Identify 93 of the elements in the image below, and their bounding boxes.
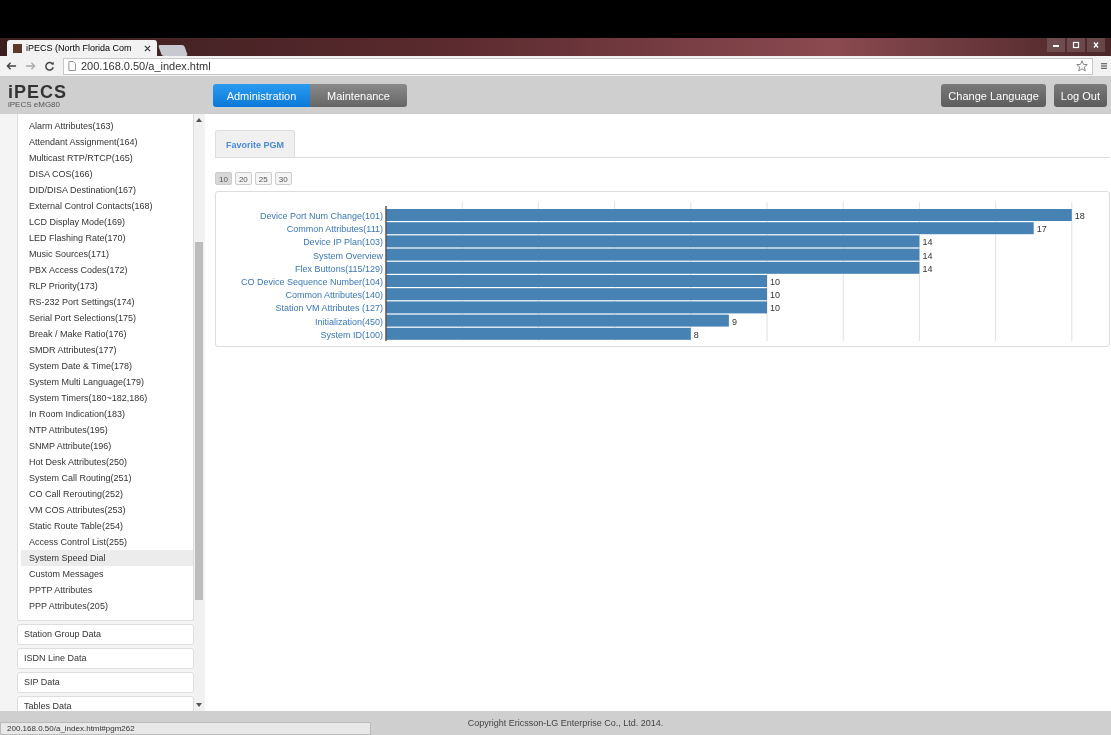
nav-tab[interactable]: Administration bbox=[213, 84, 310, 107]
menu-item[interactable]: SMDR Attributes(177) bbox=[21, 342, 193, 358]
menu-item[interactable]: System Call Routing(251) bbox=[21, 470, 193, 486]
address-field[interactable]: 200.168.0.50/a_index.html bbox=[63, 57, 1093, 75]
menu-item[interactable]: VM COS Attributes(253) bbox=[21, 502, 193, 518]
bar[interactable] bbox=[386, 301, 767, 314]
bar[interactable] bbox=[386, 327, 691, 340]
close-icon[interactable] bbox=[144, 44, 151, 52]
bar[interactable] bbox=[386, 248, 920, 261]
bar[interactable] bbox=[386, 222, 1034, 235]
menu-item[interactable]: DID/DISA Destination(167) bbox=[21, 182, 193, 198]
menu-item[interactable]: In Room Indication(183) bbox=[21, 406, 193, 422]
bar[interactable] bbox=[386, 314, 729, 327]
menu-item[interactable]: PPP Attributes(205) bbox=[21, 598, 193, 614]
page-size-button[interactable]: 30 bbox=[274, 172, 292, 185]
menu-item[interactable]: NTP Attributes(195) bbox=[21, 422, 193, 438]
menu-item[interactable]: LCD Display Mode(169) bbox=[21, 214, 193, 230]
menu-item[interactable]: Attendant Assignment(164) bbox=[21, 134, 193, 150]
value-label: 8 bbox=[693, 329, 699, 340]
status-url: 200.168.0.50/a_index.html#pgm262 bbox=[0, 722, 371, 735]
browser-tab[interactable]: iPECS (North Florida Com bbox=[7, 40, 157, 56]
bar-label[interactable]: Common Attributes(140) bbox=[285, 290, 383, 301]
tab-title: iPECS (North Florida Com bbox=[26, 43, 132, 53]
value-label: 14 bbox=[922, 237, 933, 248]
menu-item[interactable]: Alarm Attributes(163) bbox=[21, 118, 193, 134]
bar-label[interactable]: Device Port Num Change(101) bbox=[259, 211, 383, 221]
page-icon bbox=[68, 61, 76, 71]
menu-item[interactable]: Break / Make Ratio(176) bbox=[21, 326, 193, 342]
menu-item[interactable]: System Multi Language(179) bbox=[21, 374, 193, 390]
value-label: 10 bbox=[770, 277, 780, 287]
nav-tab[interactable]: Maintenance bbox=[310, 84, 407, 107]
bar-label[interactable]: Station VM Attributes (127) bbox=[275, 303, 383, 314]
menu-item[interactable]: Static Route Table(254) bbox=[21, 518, 193, 534]
menu-item[interactable]: Custom Messages bbox=[21, 566, 193, 582]
menu-item[interactable]: CO Call Rerouting(252) bbox=[21, 486, 193, 502]
value-label: 14 bbox=[922, 250, 933, 261]
section-header[interactable]: Station Group Data bbox=[17, 624, 194, 645]
menu-item[interactable]: System Date & Time(178) bbox=[21, 358, 193, 374]
log-out-button[interactable]: Log Out bbox=[1053, 84, 1107, 107]
menu-item[interactable]: LED Flashing Rate(170) bbox=[21, 230, 193, 246]
back-icon[interactable] bbox=[6, 61, 17, 71]
menu-item[interactable]: Music Sources(171) bbox=[21, 246, 193, 262]
menu-item[interactable]: SNMP Attribute(196) bbox=[21, 438, 193, 454]
scroll-up-icon[interactable] bbox=[196, 118, 202, 122]
value-label: 10 bbox=[770, 290, 780, 301]
page-size-button[interactable]: 20 bbox=[234, 172, 252, 185]
page-size-button[interactable]: 10 bbox=[215, 172, 232, 185]
reload-icon[interactable] bbox=[44, 61, 55, 71]
restore-icon[interactable] bbox=[1067, 38, 1085, 52]
page-size-button[interactable]: 25 bbox=[254, 172, 272, 185]
menu-item[interactable]: System Timers(180~182,186) bbox=[21, 390, 193, 406]
menu-item[interactable]: DISA COS(166) bbox=[21, 166, 193, 182]
bar-label[interactable]: System Overview bbox=[313, 250, 383, 261]
star-icon[interactable] bbox=[1076, 60, 1088, 72]
menu-item[interactable]: Multicast RTP/RTCP(165) bbox=[21, 150, 193, 166]
new-tab-button[interactable] bbox=[158, 45, 188, 56]
menu-item[interactable]: External Control Contacts(168) bbox=[21, 198, 193, 214]
menu-icon[interactable] bbox=[1101, 61, 1107, 71]
value-label: 10 bbox=[770, 303, 780, 314]
section-header[interactable]: Tables Data bbox=[17, 696, 194, 711]
logo: iPECS bbox=[8, 82, 69, 101]
bar[interactable] bbox=[386, 235, 920, 248]
bar-label[interactable]: Device IP Plan(103) bbox=[303, 237, 383, 248]
forward-icon[interactable] bbox=[25, 61, 36, 71]
section-header[interactable]: ISDN Line Data bbox=[17, 648, 194, 669]
bar-label[interactable]: Common Attributes(111) bbox=[286, 224, 383, 235]
scroll-down-icon[interactable] bbox=[196, 703, 202, 707]
menu-item[interactable]: System Speed Dial bbox=[21, 550, 193, 566]
scrollbar-thumb[interactable] bbox=[195, 242, 203, 600]
menu-item[interactable]: RLP Priority(173) bbox=[21, 278, 193, 294]
value-label: 9 bbox=[731, 316, 737, 327]
copyright-text: Copyright Ericsson-LG Enterprise Co., Ltd. 2014. bbox=[467, 718, 664, 728]
bar-label[interactable]: Initialization(450) bbox=[314, 316, 383, 327]
bar[interactable] bbox=[386, 288, 767, 301]
menu-item[interactable]: Access Control List(255) bbox=[21, 534, 193, 550]
menu-item[interactable]: PBX Access Codes(172) bbox=[21, 262, 193, 278]
value-label: 17 bbox=[1036, 224, 1047, 235]
product-name: iPECS eMG80 bbox=[8, 100, 62, 109]
minimize-icon[interactable] bbox=[1047, 38, 1065, 52]
close-icon[interactable] bbox=[1087, 38, 1105, 52]
favicon-icon bbox=[13, 43, 22, 53]
bar[interactable] bbox=[386, 261, 920, 274]
menu-item[interactable]: Serial Port Selections(175) bbox=[21, 310, 193, 326]
bar-label[interactable]: CO Device Sequence Number(104) bbox=[240, 277, 383, 287]
value-label: 18 bbox=[1074, 211, 1085, 221]
menu-item[interactable]: Hot Desk Attributes(250) bbox=[21, 454, 193, 470]
value-label: 14 bbox=[922, 263, 933, 274]
section-header[interactable]: SIP Data bbox=[17, 672, 194, 693]
bar-label[interactable]: Flex Buttons(115/129) bbox=[295, 263, 383, 274]
menu-item[interactable]: PPTP Attributes bbox=[21, 582, 193, 598]
change-language-button[interactable]: Change Language bbox=[941, 84, 1046, 107]
bar-label[interactable]: System ID(100) bbox=[320, 329, 383, 340]
menu-item[interactable]: RS-232 Port Settings(174) bbox=[21, 294, 193, 310]
